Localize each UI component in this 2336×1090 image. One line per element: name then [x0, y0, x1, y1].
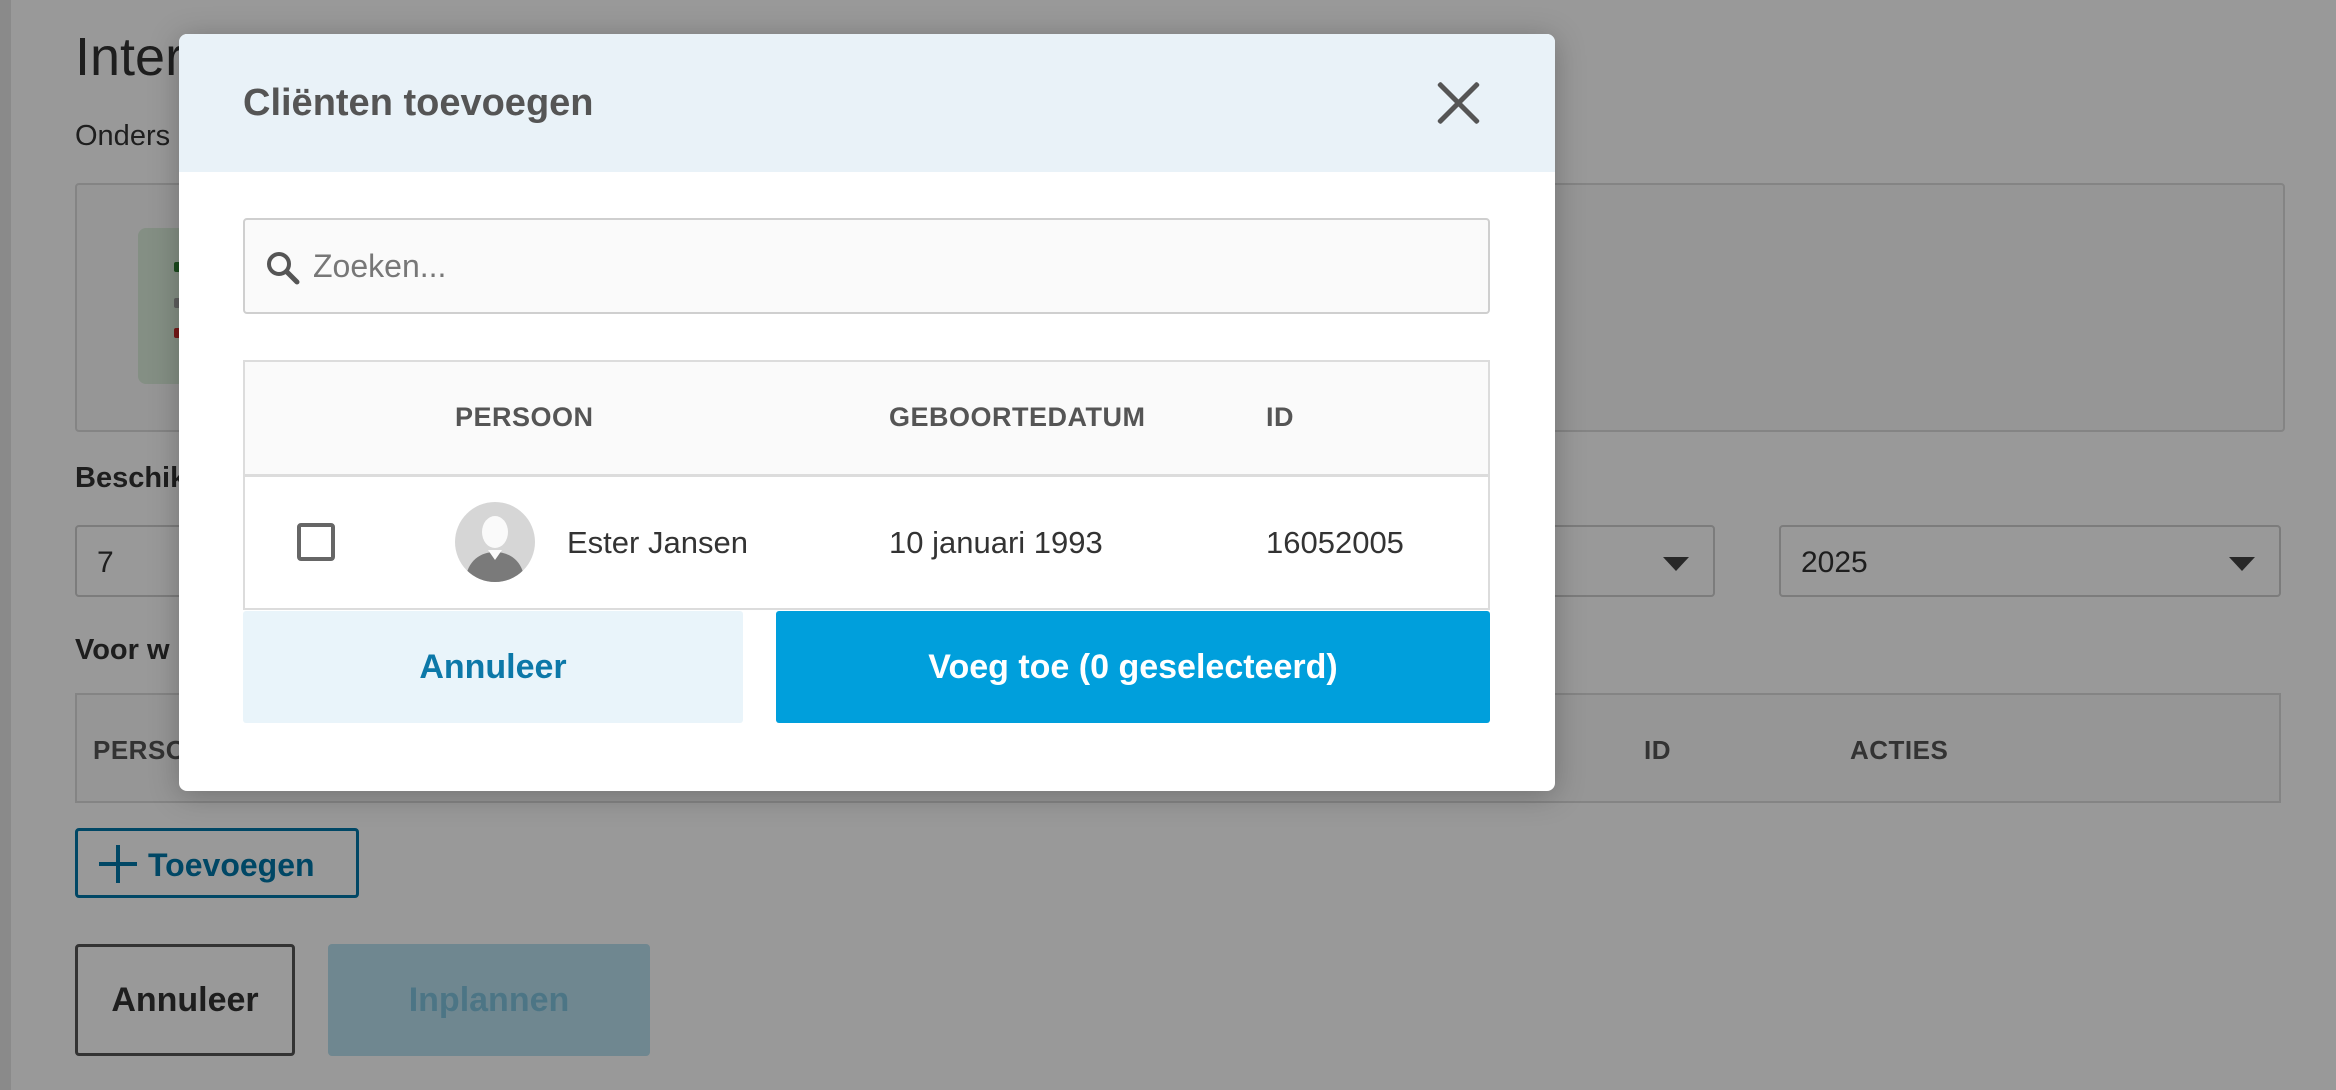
search-input[interactable] [313, 240, 1463, 292]
add-selected-button[interactable]: Voeg toe (0 geselecteerd) [776, 611, 1490, 723]
client-birthdate: 10 januari 1993 [889, 525, 1103, 560]
add-clients-dialog: Cliënten toevoegen PERSOON GEBOORTEDATUM… [179, 34, 1555, 791]
search-field[interactable] [243, 218, 1490, 314]
column-person: PERSOON [455, 402, 594, 432]
client-id: 16052005 [1266, 525, 1404, 560]
clients-table-header: PERSOON GEBOORTEDATUM ID [245, 362, 1488, 477]
client-name: Ester Jansen [567, 525, 748, 560]
column-id: ID [1266, 402, 1294, 432]
dialog-header: Cliënten toevoegen [179, 34, 1555, 172]
column-birthdate: GEBOORTEDATUM [889, 402, 1146, 432]
avatar-icon [455, 502, 535, 582]
table-row[interactable]: Ester Jansen 10 januari 1993 16052005 [245, 477, 1488, 608]
row-checkbox[interactable] [297, 523, 335, 561]
cancel-button[interactable]: Annuleer [243, 611, 743, 723]
search-icon [267, 252, 300, 285]
clients-table: PERSOON GEBOORTEDATUM ID Ester Jansen 10… [243, 360, 1490, 610]
close-icon[interactable] [1436, 80, 1482, 126]
dialog-title: Cliënten toevoegen [243, 82, 594, 124]
